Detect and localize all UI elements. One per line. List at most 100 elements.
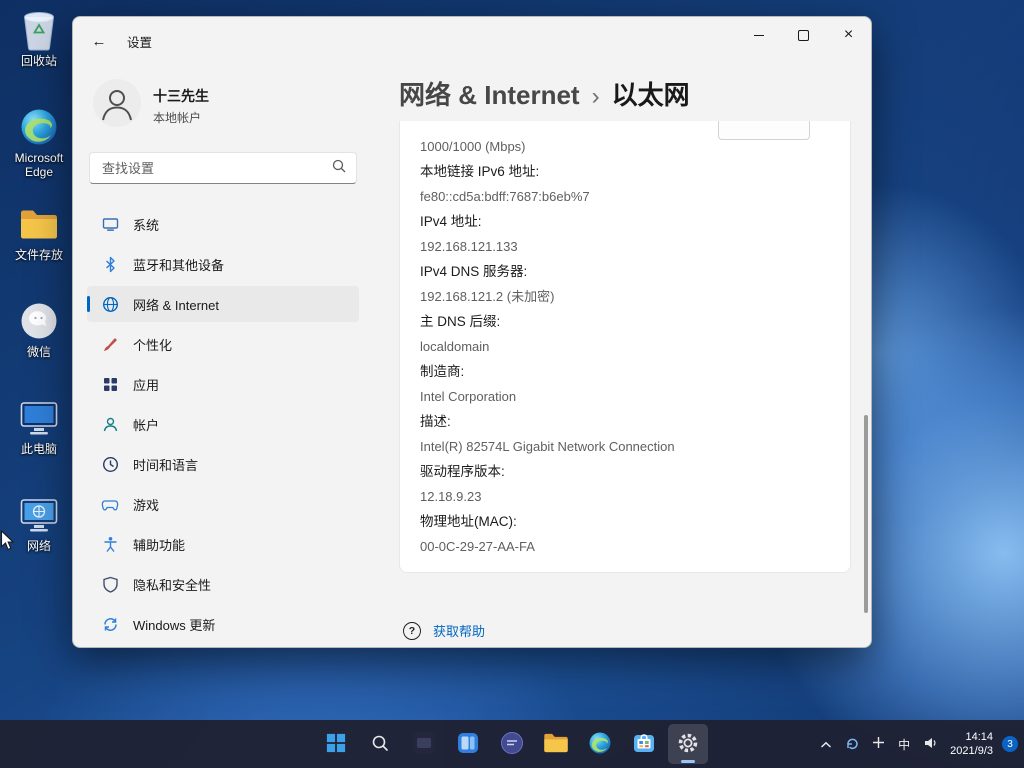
user-name: 十三先生	[153, 86, 209, 106]
content-pane: 网络 & Internet › 以太网 1000/1000 (Mbps) 本地链…	[373, 65, 871, 648]
adapter-properties-card: 1000/1000 (Mbps) 本地链接 IPv6 地址: fe80::cd5…	[399, 121, 851, 573]
user-account-type: 本地帐户	[153, 109, 209, 126]
store-icon	[632, 731, 656, 758]
sidebar-item-accessibility[interactable]: 辅助功能	[87, 526, 359, 562]
breadcrumb-parent[interactable]: 网络 & Internet	[399, 75, 580, 112]
file-explorer-icon	[543, 732, 569, 757]
sidebar-item-network-internet[interactable]: 网络 & Internet	[87, 286, 359, 322]
crosshair-icon	[872, 736, 885, 752]
start-button[interactable]	[316, 724, 356, 764]
tray-sync-button[interactable]	[843, 734, 861, 755]
search-box	[89, 152, 357, 184]
breadcrumb: 网络 & Internet › 以太网	[399, 75, 871, 113]
property-value: 12.18.9.23	[420, 481, 678, 506]
volume-button[interactable]	[921, 733, 941, 756]
help-icon: ?	[403, 622, 421, 640]
network-icon	[19, 493, 59, 537]
desktop-icon-network[interactable]: 网络	[6, 493, 72, 590]
sidebar-item-label: 蓝牙和其他设备	[133, 255, 224, 274]
privacy-shield-icon	[101, 575, 119, 593]
chat-button[interactable]	[492, 724, 532, 764]
settings-taskbar-button[interactable]	[668, 724, 708, 764]
task-view-icon	[412, 731, 436, 758]
search-icon	[371, 734, 389, 755]
sidebar-item-label: 网络 & Internet	[133, 295, 219, 314]
sidebar-item-system[interactable]: 系统	[87, 206, 359, 242]
sidebar-item-windows-update[interactable]: Windows 更新	[87, 606, 359, 642]
property-value: Intel(R) 82574L Gigabit Network Connecti…	[420, 431, 678, 456]
sidebar-item-personalization[interactable]: 个性化	[87, 326, 359, 362]
settings-nav: 系统 蓝牙和其他设备 网络 & Internet 个性化	[87, 204, 359, 644]
taskbar-search-button[interactable]	[360, 724, 400, 764]
desktop-icon-folder[interactable]: 文件存放	[6, 202, 72, 299]
volume-icon	[923, 735, 939, 754]
edge-button[interactable]	[580, 724, 620, 764]
notification-badge[interactable]: 3	[1002, 736, 1018, 752]
property-value: localdomain	[420, 331, 678, 356]
back-button[interactable]: ←	[81, 24, 117, 58]
sidebar-item-label: Windows 更新	[133, 615, 215, 634]
sidebar-item-accounts[interactable]: 帐户	[87, 406, 359, 442]
minimize-button[interactable]	[736, 17, 781, 53]
sync-arrow-icon	[845, 736, 859, 753]
property-value: Intel Corporation	[420, 381, 678, 406]
desktop-icon-list: 回收站 Microsoft Edge 文件存放 微信 此电脑	[6, 8, 72, 590]
page-title: 以太网	[612, 75, 690, 112]
windows-update-icon	[101, 615, 119, 633]
desktop-icon-edge[interactable]: Microsoft Edge	[6, 105, 72, 202]
get-help-link[interactable]: ? 获取帮助	[399, 621, 871, 640]
clock[interactable]: 14:14 2021/9/3	[950, 730, 993, 759]
sidebar-item-gaming[interactable]: 游戏	[87, 486, 359, 522]
ime-label: 中	[898, 736, 910, 753]
accessibility-icon	[101, 535, 119, 553]
gaming-icon	[101, 495, 119, 513]
widgets-button[interactable]	[448, 724, 488, 764]
sidebar-item-label: 隐私和安全性	[133, 575, 211, 594]
desktop-icon-wechat[interactable]: 微信	[6, 299, 72, 396]
property-label: IPv4 DNS 服务器:	[420, 256, 830, 281]
tray-pen-button[interactable]	[870, 734, 887, 754]
sidebar-item-label: 个性化	[133, 335, 172, 354]
file-explorer-button[interactable]	[536, 724, 576, 764]
property-label: 物理地址(MAC):	[420, 506, 830, 531]
sidebar-item-bluetooth[interactable]: 蓝牙和其他设备	[87, 246, 359, 282]
scroll-viewport: 1000/1000 (Mbps) 本地链接 IPv6 地址: fe80::cd5…	[399, 121, 851, 607]
property-value: 192.168.121.2 (未加密)	[420, 281, 678, 306]
task-view-button[interactable]	[404, 724, 444, 764]
desktop-icon-label: 此电脑	[21, 442, 57, 456]
search-input[interactable]	[100, 160, 332, 177]
chat-icon	[500, 731, 524, 758]
get-help-label: 获取帮助	[433, 621, 485, 640]
close-button[interactable]: ×	[826, 17, 871, 53]
breadcrumb-separator: ›	[592, 83, 600, 111]
recycle-bin-icon	[21, 8, 57, 52]
sidebar-item-privacy-security[interactable]: 隐私和安全性	[87, 566, 359, 602]
property-value: 192.168.121.133	[420, 231, 678, 256]
sidebar-item-label: 系统	[133, 215, 159, 234]
apps-icon	[101, 375, 119, 393]
user-profile[interactable]: 十三先生 本地帐户	[87, 73, 359, 144]
tray-overflow-button[interactable]	[818, 735, 834, 754]
ime-indicator[interactable]: 中	[896, 734, 912, 755]
property-value: 1000/1000 (Mbps)	[420, 131, 678, 156]
scrollbar-thumb[interactable]	[864, 415, 868, 613]
system-icon	[101, 215, 119, 233]
folder-icon	[19, 202, 59, 246]
search-icon	[332, 159, 346, 178]
copy-button[interactable]	[718, 121, 810, 140]
sidebar-item-label: 时间和语言	[133, 455, 198, 474]
sidebar-item-apps[interactable]: 应用	[87, 366, 359, 402]
store-button[interactable]	[624, 724, 664, 764]
desktop-icon-label: 回收站	[21, 54, 57, 68]
desktop-icon-this-pc[interactable]: 此电脑	[6, 396, 72, 493]
sidebar-item-label: 应用	[133, 375, 159, 394]
back-arrow-icon: ←	[92, 33, 107, 50]
sidebar-item-label: 帐户	[133, 415, 159, 434]
settings-window: ← 设置 × 十三先生 本地帐户	[72, 16, 872, 648]
clock-time: 14:14	[950, 730, 993, 744]
desktop-icon-recycle-bin[interactable]: 回收站	[6, 8, 72, 105]
sidebar-item-label: 游戏	[133, 495, 159, 514]
sidebar-item-time-language[interactable]: 时间和语言	[87, 446, 359, 482]
maximize-button[interactable]	[781, 17, 826, 53]
system-tray: 中 14:14 2021/9/3 3	[818, 720, 1018, 768]
